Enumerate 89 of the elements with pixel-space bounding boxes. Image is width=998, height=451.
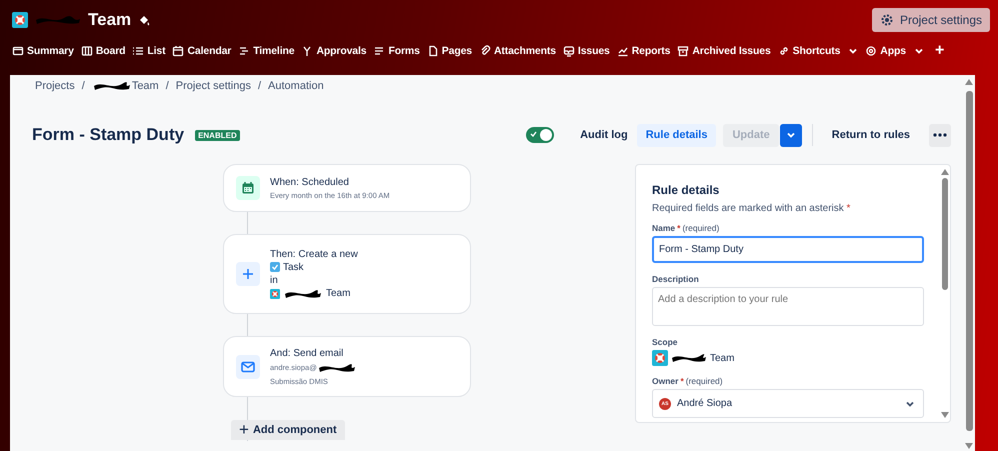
asterisk: * [680,376,684,386]
connector-text: in [270,274,279,286]
rule-details-button[interactable]: Rule details [636,124,716,146]
chevron-down-icon [786,130,796,140]
calendar-icon [241,181,255,195]
redaction-mark [283,288,323,300]
gear-icon [865,45,878,57]
add-nav-button[interactable]: + [934,42,944,60]
scroll-up-icon [941,169,949,175]
check-icon [530,131,538,137]
chevron-down-icon [848,46,858,56]
nav-tab[interactable]: Reports [616,45,670,57]
status-badge: ENABLED [195,130,240,140]
asterisk: * [846,203,850,214]
redaction-mark [316,362,357,374]
scope-value: Team [710,352,734,364]
return-to-rules-button[interactable]: Return to rules [822,124,919,146]
timeline-icon [238,45,250,57]
add-component-button[interactable]: + Add component [231,420,345,440]
flow-step-card[interactable]: Then: Create a new Task in Team [223,234,471,314]
archive-icon [677,45,690,57]
redaction-mark [34,14,82,26]
nav-tab[interactable]: Issues [562,45,610,57]
scroll-down-icon [941,412,949,418]
chevron-down-icon [914,46,924,56]
breadcrumb-link[interactable]: Automation [268,80,324,92]
project-settings-button[interactable]: Project settings [872,8,990,32]
plus-icon [242,268,254,280]
field-hint: (required) [686,376,723,386]
breadcrumb-link[interactable]: Projects [35,80,75,92]
field-label: Scope [652,337,678,347]
nav-tab[interactable]: Summary [12,45,74,57]
panel-title: Rule details [652,183,720,197]
settings-icon [880,13,894,27]
rule-title: Form - Stamp Duty [32,125,184,145]
nav-tab[interactable]: Timeline [238,45,294,57]
page-icon [426,45,439,57]
nav-tab[interactable]: Shortcuts [778,45,858,57]
project-icon [270,288,280,298]
more-button[interactable] [929,124,951,146]
nav-tab[interactable]: List [132,45,166,57]
mail-icon [241,360,255,372]
nav-tab[interactable]: Board [80,45,126,57]
calendar-icon [172,45,184,57]
branch-icon [301,45,314,57]
update-menu-button[interactable] [780,124,802,146]
breadcrumb-separator: / [258,80,262,92]
redaction-mark [92,80,132,92]
nav-tab[interactable]: Attachments [478,45,556,57]
description-field[interactable]: Add a description to your rule [652,287,924,326]
field-label: Owner [652,376,678,386]
field-label: Description [652,274,699,284]
step-title: When: Scheduled [270,176,350,188]
checkbox-icon [270,262,280,272]
window-icon [12,45,24,57]
more-icon [933,133,947,137]
form-icon [373,45,386,57]
project-icon [652,350,668,366]
breadcrumb-separator: / [82,80,85,92]
name-field[interactable]: Form - Stamp Duty [652,236,924,263]
project-name: Team [326,288,350,299]
required-note: Required fields are marked with an asterisk [652,203,844,214]
field-label: Name [652,223,676,233]
list-icon [132,45,144,57]
breadcrumb-link[interactable]: Team [92,80,159,92]
issue-type: Task [283,262,304,272]
nav-tab[interactable]: Archived Issues [677,45,771,57]
project-icon [12,12,28,28]
project-title: Team [88,10,132,30]
step-title: And: Send email [270,348,344,358]
breadcrumb-separator: / [166,80,169,92]
board-icon [80,45,93,57]
scroll-down-icon [965,443,973,449]
chart-icon [616,45,629,57]
tray-icon [562,45,575,57]
asterisk: * [677,223,680,233]
enable-toggle[interactable] [526,127,554,143]
step-title: Then: Create a new [270,248,358,260]
audit-log-button[interactable]: Audit log [571,124,637,146]
breadcrumb-link[interactable]: Project settings [176,80,251,92]
nav-tab[interactable]: Apps [865,45,924,57]
nav-tab[interactable]: Approvals [301,45,366,57]
redaction-mark [670,352,708,364]
field-hint: (required) [682,223,720,233]
nav-tab[interactable]: Forms [373,45,420,57]
nav-tab[interactable]: Calendar [172,45,232,57]
scroll-up-icon [965,79,973,85]
link-icon [778,45,790,57]
nav-tab[interactable]: Pages [426,45,472,57]
